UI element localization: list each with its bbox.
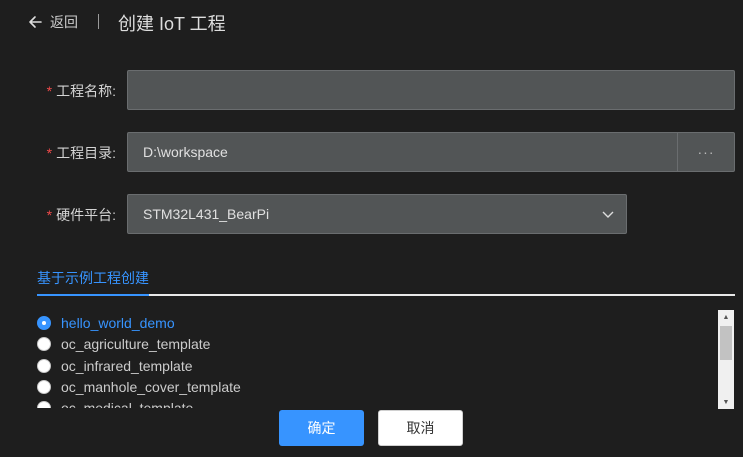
- tab-active-indicator: [37, 294, 149, 296]
- template-item-oc-medical[interactable]: oc_medical_template: [37, 397, 193, 408]
- header-divider: [98, 14, 99, 29]
- radio-button[interactable]: [37, 315, 51, 330]
- template-item-oc-manhole-cover[interactable]: oc_manhole_cover_template: [37, 376, 241, 397]
- radio-button[interactable]: [37, 379, 51, 394]
- template-label: oc_infrared_template: [61, 357, 193, 374]
- template-list: hello_world_demo oc_agriculture_template…: [0, 310, 718, 408]
- template-label: hello_world_demo: [61, 314, 175, 331]
- template-label: oc_agriculture_template: [61, 335, 211, 352]
- project-name-row: * 工程名称:: [0, 70, 743, 110]
- confirm-button[interactable]: 确定: [279, 410, 364, 446]
- chevron-down-icon: [602, 211, 614, 218]
- scroll-down-arrow-icon[interactable]: ▼: [718, 395, 734, 409]
- back-label: 返回: [50, 14, 78, 30]
- tab-example-project[interactable]: 基于示例工程创建: [37, 268, 149, 288]
- arrow-left-icon: [29, 16, 42, 28]
- page-title: 创建 IoT 工程: [118, 14, 226, 34]
- hardware-platform-label: * 硬件平台:: [46, 207, 116, 223]
- project-dir-input[interactable]: D:\workspace: [127, 132, 678, 172]
- required-mark: *: [46, 145, 53, 161]
- radio-button[interactable]: [37, 400, 51, 408]
- radio-button[interactable]: [37, 336, 51, 351]
- hardware-platform-select[interactable]: STM32L431_BearPi: [127, 194, 627, 234]
- more-icon: ···: [697, 144, 715, 160]
- header: 返回 创建 IoT 工程: [0, 0, 743, 44]
- project-dir-label: * 工程目录:: [46, 145, 116, 161]
- project-dir-row: * 工程目录: D:\workspace ···: [0, 132, 743, 172]
- required-mark: *: [46, 207, 53, 223]
- project-name-label: * 工程名称:: [46, 83, 116, 99]
- template-label: oc_manhole_cover_template: [61, 378, 241, 395]
- template-label: oc_medical_template: [61, 399, 194, 409]
- template-item-oc-infrared[interactable]: oc_infrared_template: [37, 355, 193, 376]
- template-item-hello-world-demo[interactable]: hello_world_demo: [37, 312, 175, 333]
- required-mark: *: [46, 83, 53, 99]
- scroll-up-arrow-icon[interactable]: ▲: [718, 310, 734, 324]
- hardware-platform-value: STM32L431_BearPi: [143, 206, 270, 222]
- radio-button[interactable]: [37, 358, 51, 373]
- template-item-oc-agriculture[interactable]: oc_agriculture_template: [37, 333, 210, 354]
- template-list-scrollbar[interactable]: ▲ ▼: [718, 310, 734, 409]
- back-button[interactable]: 返回: [28, 12, 78, 32]
- browse-button[interactable]: ···: [677, 132, 735, 172]
- project-name-input[interactable]: [127, 70, 735, 110]
- cancel-button[interactable]: 取消: [378, 410, 463, 446]
- scrollbar-thumb[interactable]: [720, 326, 732, 360]
- hardware-platform-row: * 硬件平台: STM32L431_BearPi: [0, 194, 743, 234]
